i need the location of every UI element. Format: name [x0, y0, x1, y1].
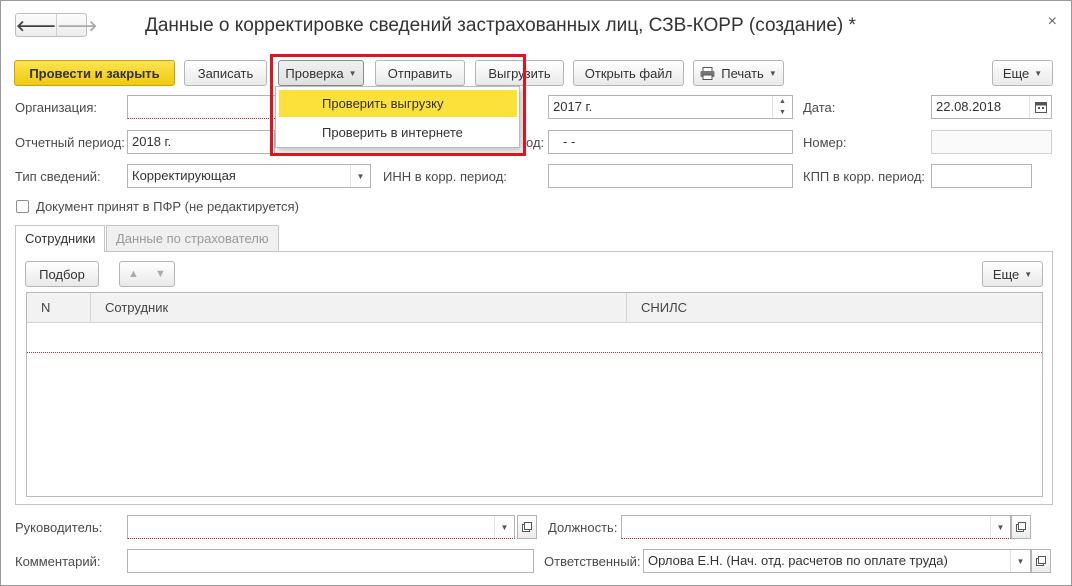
arrow-down-icon[interactable]: ▼ [155, 268, 166, 280]
chevron-down-icon: ▼ [768, 68, 777, 78]
employees-table[interactable]: N Сотрудник СНИЛС [26, 292, 1043, 497]
pfr-accepted-label: Документ принят в ПФР (не редактируется) [36, 199, 299, 214]
send-button[interactable]: Отправить [375, 60, 465, 86]
inn-label: ИНН в корр. период: [383, 169, 507, 184]
back-arrow-icon[interactable]: 🡐 [16, 14, 56, 36]
table-more-label: Еще [992, 266, 1020, 282]
history-nav: 🡐 🡒 [15, 13, 97, 37]
corr-period-field[interactable]: - - [548, 130, 793, 154]
corr-period-label: од: [526, 135, 545, 150]
chevron-down-icon[interactable]: ▼ [350, 165, 370, 187]
table-header: N Сотрудник СНИЛС [27, 293, 1042, 323]
chevron-down-icon: ▼ [348, 68, 357, 78]
save-button[interactable]: Записать [184, 60, 267, 86]
open-head-icon[interactable] [517, 515, 537, 539]
position-select[interactable]: ▼ [621, 515, 1011, 539]
forward-arrow-icon[interactable]: 🡒 [56, 14, 97, 36]
close-icon[interactable]: × [1048, 13, 1057, 31]
menu-item-check-export[interactable]: Проверить выгрузку [279, 90, 517, 117]
chevron-down-icon: ▼ [1034, 68, 1043, 78]
date-label: Дата: [803, 100, 836, 115]
period-label: Отчетный период: [15, 135, 125, 150]
responsible-select[interactable]: Орлова Е.Н. (Нач. отд. расчетов по оплат… [643, 549, 1031, 573]
move-buttons: ▲ ▼ [119, 261, 175, 287]
year-value: 2017 г. [553, 99, 593, 114]
more-button[interactable]: Еще ▼ [992, 60, 1053, 86]
number-label: Номер: [803, 135, 847, 150]
chevron-down-icon[interactable]: ▼ [1010, 550, 1030, 572]
pfr-accepted-checkbox[interactable] [16, 200, 29, 213]
open-position-icon[interactable] [1011, 515, 1031, 539]
position-label: Должность: [548, 520, 618, 535]
tab-insurer-data[interactable]: Данные по страхователю [106, 225, 279, 251]
open-file-button[interactable]: Открыть файл [573, 60, 684, 86]
chevron-down-icon: ▼ [1024, 269, 1033, 279]
head-label: Руководитель: [15, 520, 103, 535]
select-employees-button[interactable]: Подбор [25, 261, 99, 287]
type-label: Тип сведений: [15, 169, 101, 184]
window-title: Данные о корректировке сведений застрахо… [145, 15, 856, 36]
kpp-field[interactable] [931, 164, 1032, 188]
inn-field[interactable] [548, 164, 793, 188]
comment-label: Комментарий: [15, 554, 101, 569]
type-value: Корректирующая [132, 168, 236, 183]
column-header-employee[interactable]: Сотрудник [91, 293, 627, 323]
tab-employees[interactable]: Сотрудники [15, 225, 106, 252]
check-button-label: Проверка [285, 65, 344, 81]
spin-down-icon[interactable]: ▼ [779, 109, 786, 116]
organization-field[interactable] [127, 95, 277, 119]
calendar-icon[interactable] [1029, 96, 1051, 118]
organization-label: Организация: [15, 100, 98, 115]
head-select[interactable]: ▼ [127, 515, 515, 539]
chevron-down-icon[interactable]: ▼ [494, 516, 514, 538]
spin-up-icon[interactable]: ▲ [779, 98, 786, 105]
check-dropdown-button[interactable]: Проверка ▼ [278, 60, 364, 86]
print-dropdown-button[interactable]: Печать ▼ [693, 60, 784, 86]
open-responsible-icon[interactable] [1031, 549, 1051, 573]
printer-icon [700, 66, 715, 80]
more-button-label: Еще [1002, 65, 1030, 81]
date-value: 22.08.2018 [936, 99, 1002, 114]
employees-panel: Подбор ▲ ▼ Еще ▼ N Сотрудник СНИЛС [15, 251, 1053, 505]
type-select[interactable]: Корректирующая ▼ [127, 164, 371, 188]
check-dropdown-menu: Проверить выгрузку Проверить в интернете [275, 86, 520, 148]
export-button[interactable]: Выгрузить [475, 60, 564, 86]
column-header-snils[interactable]: СНИЛС [627, 293, 1044, 323]
period-field[interactable]: 2018 г. [127, 130, 275, 154]
number-field [931, 130, 1052, 154]
chevron-down-icon[interactable]: ▼ [990, 516, 1010, 538]
kpp-label: КПП в корр. период: [803, 169, 926, 184]
column-header-n[interactable]: N [27, 293, 91, 323]
year-field[interactable]: 2017 г. ▲ ▼ [548, 95, 793, 119]
menu-item-check-online[interactable]: Проверить в интернете [279, 119, 517, 146]
print-button-label: Печать [721, 65, 764, 81]
document-window: 🡐 🡒 Данные о корректировке сведений заст… [0, 0, 1072, 586]
responsible-label: Ответственный: [544, 554, 641, 569]
post-and-close-button[interactable]: Провести и закрыть [14, 60, 175, 86]
table-more-button[interactable]: Еще ▼ [982, 261, 1043, 287]
responsible-value: Орлова Е.Н. (Нач. отд. расчетов по оплат… [648, 553, 948, 568]
date-field[interactable]: 22.08.2018 [931, 95, 1052, 119]
comment-field[interactable] [127, 549, 534, 573]
arrow-up-icon[interactable]: ▲ [128, 268, 139, 280]
year-spinner[interactable]: ▲ ▼ [772, 96, 792, 118]
table-row[interactable] [27, 324, 1042, 353]
